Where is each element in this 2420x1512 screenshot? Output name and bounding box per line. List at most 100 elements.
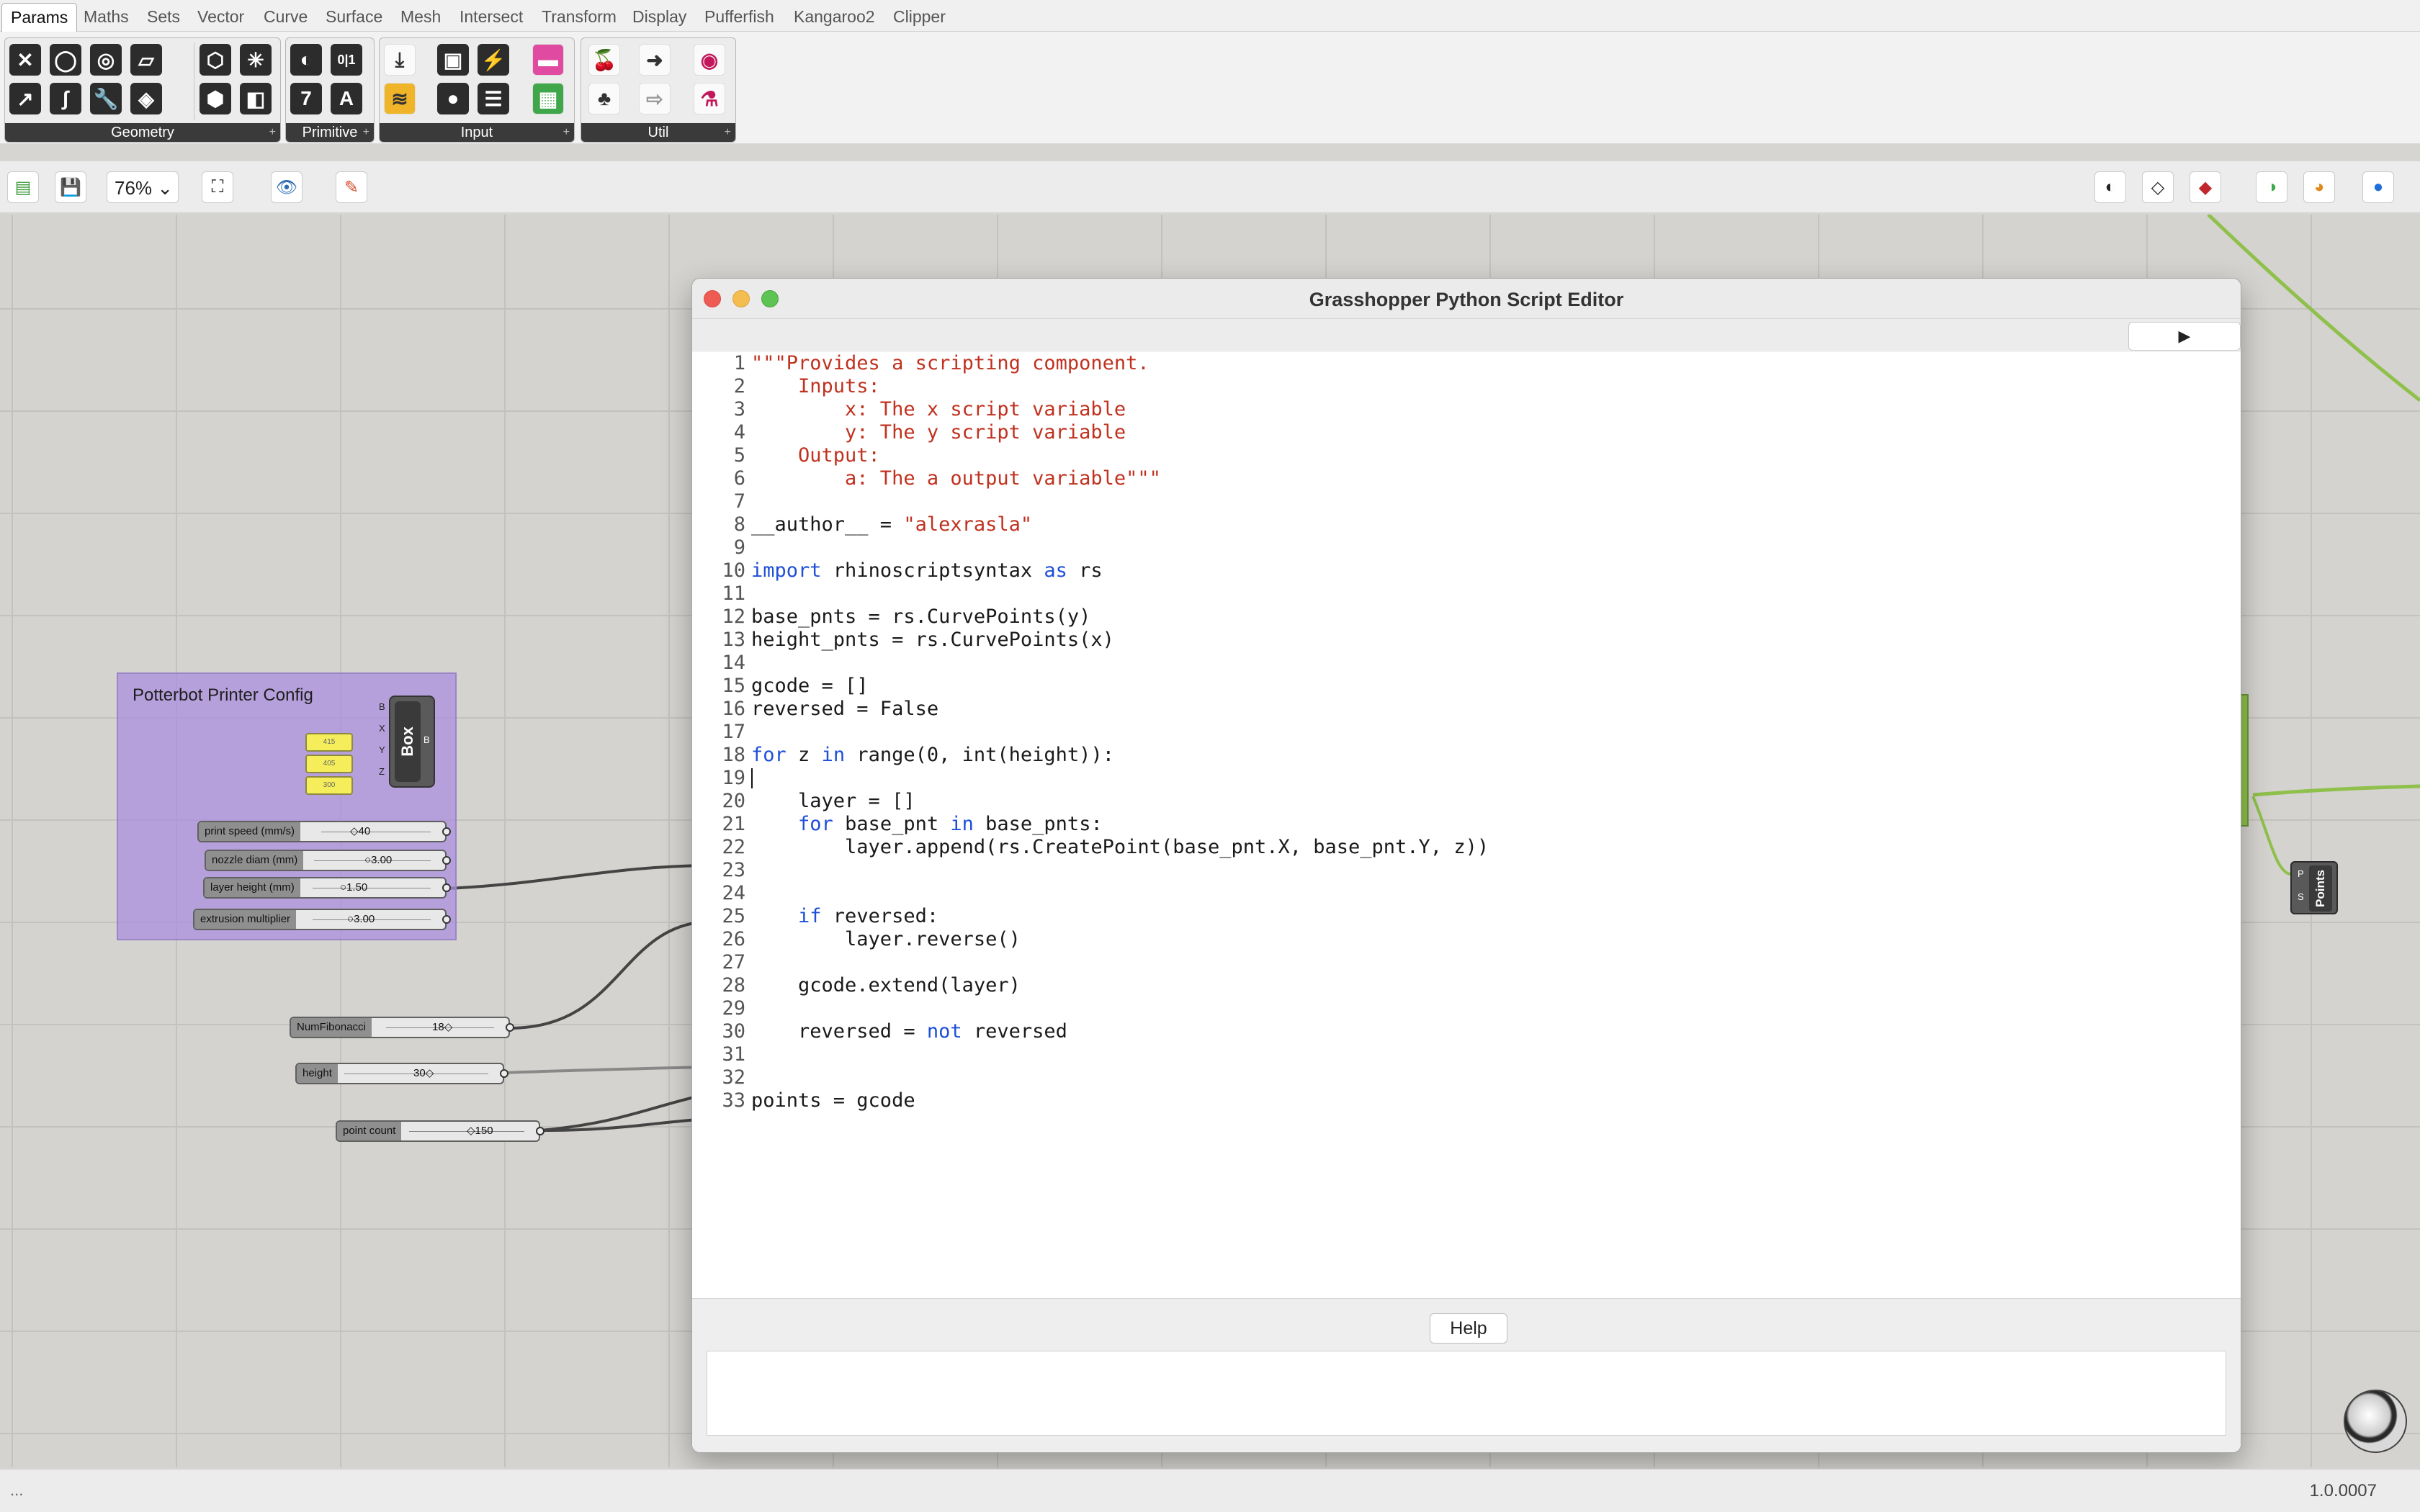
ribbon-label-util: Util + [581,123,735,142]
help-button[interactable]: Help [1430,1313,1507,1344]
slider-point-count[interactable]: point count ◇150 [336,1120,544,1142]
box-component-label: Box [398,726,416,757]
zoom-select[interactable]: 76% ⌄ [107,171,179,203]
slider-height[interactable]: height 30◇ [295,1063,508,1084]
box-component[interactable]: B X Y Z Box B [379,696,435,788]
box-input-z[interactable]: Z [379,766,385,777]
arrow-outline-icon[interactable]: ⇨ [639,83,671,114]
window-titlebar[interactable]: Grasshopper Python Script Editor [692,279,2241,319]
circle-icon[interactable]: ◯ [50,44,81,76]
slider-print-speed[interactable]: print speed (mm/s) ◇40 [197,821,451,842]
preview-off-icon[interactable]: ◐ [2094,171,2126,203]
matrix-icon[interactable]: ▦ [532,83,564,114]
tab-sets[interactable]: Sets [138,3,189,30]
value-list-icon[interactable]: ☰ [478,83,509,114]
cluster-icon[interactable]: ◉ [694,44,725,76]
points-input-s[interactable]: S [2298,891,2304,902]
tab-display[interactable]: Display [624,3,695,30]
slider-layer-height[interactable]: layer height (mm) ○1.50 [203,877,451,899]
tree-icon[interactable]: ♣ [588,83,620,114]
button-icon[interactable]: ▣ [437,44,469,76]
box-input-x[interactable]: X [379,723,385,734]
surface-icon[interactable]: ◧ [240,83,272,114]
flask-icon[interactable]: ⚗ [694,83,725,114]
slider-nozzle-diam[interactable]: nozzle diam (mm) ○3.00 [205,850,451,871]
gradient-icon[interactable]: ▬ [532,44,564,76]
chevron-down-icon: ⌄ [157,177,174,199]
tab-clipper[interactable]: Clipper [884,3,954,30]
toggle-icon[interactable]: ● [437,83,469,114]
help-output-box[interactable] [707,1351,2226,1436]
preview-wire-icon[interactable]: ◇ [2142,171,2174,203]
box-output-b[interactable]: B [424,734,430,745]
slider-numfibonacci[interactable]: NumFibonacci 18◇ [290,1017,514,1038]
wire [539,1093,707,1132]
arc-icon[interactable]: ◎ [90,44,122,76]
tab-maths[interactable]: Maths [75,3,138,30]
rectangle-icon[interactable]: ▱ [130,44,162,76]
box-geometry-icon[interactable]: ⬡ [200,44,231,76]
integer-icon[interactable]: 0|1 [331,44,362,76]
cherry-icon[interactable]: 🍒 [588,44,620,76]
text-icon[interactable]: A [331,83,362,114]
panel-value[interactable]: 415 [305,733,353,752]
slider-input-icon[interactable]: ⚡ [478,44,509,76]
download-icon[interactable]: ⤓ [384,44,416,76]
box-input-y[interactable]: Y [379,744,385,755]
save-icon[interactable]: 💾 [55,171,86,203]
slider-output[interactable] [442,827,451,836]
slider-value: ○1.50 [340,881,368,894]
panel-value[interactable]: 300 [305,776,353,795]
slider-value: ○3.00 [347,913,375,925]
slider-output[interactable] [506,1023,514,1032]
tab-params[interactable]: Params [1,3,78,33]
points-input-p[interactable]: P [2298,868,2304,879]
mesh-icon[interactable]: ◈ [130,83,162,114]
sketch-pen-icon[interactable]: ✎ [336,171,367,203]
points-component[interactable]: P S Points [2290,861,2338,914]
panel-value[interactable]: 405 [305,755,353,773]
vector-icon[interactable]: ↗ [9,83,41,114]
cancel-geometry-icon[interactable]: ✕ [9,44,41,76]
preview-eye-icon[interactable]: 👁 [271,171,302,203]
zoom-extents-icon[interactable]: ⛶ [202,171,233,203]
arrow-right-icon[interactable]: ➜ [639,44,671,76]
ribbon-label-input: Input + [380,123,574,142]
ribbon-label-geometry: Geometry + [5,123,280,142]
preview-shaded-icon[interactable]: ◆ [2190,171,2221,203]
tab-pufferfish[interactable]: Pufferfish [696,3,783,30]
tab-vector[interactable]: Vector [189,3,253,30]
slider-output[interactable] [442,856,451,865]
tab-surface[interactable]: Surface [317,3,391,30]
tab-curve[interactable]: Curve [255,3,316,30]
graph-mapper-icon[interactable]: ≋ [384,83,416,114]
curve-icon[interactable]: ∫ [50,83,81,114]
tab-intersect[interactable]: Intersect [451,3,532,30]
atom-icon[interactable]: ✳ [240,44,272,76]
slider-output[interactable] [442,883,451,892]
wrench-icon[interactable]: 🔧 [90,83,122,114]
brep-icon[interactable]: ⬢ [200,83,231,114]
text-cursor [751,768,753,788]
ribbon-label-primitive: Primitive + [286,123,374,142]
document-preview-icon[interactable]: ◕ [2303,171,2335,203]
slider-output[interactable] [442,915,451,924]
slider-output[interactable] [500,1069,508,1078]
run-script-button[interactable]: ▶ [2128,322,2241,351]
preview-selected-icon[interactable]: ◑ [2256,171,2287,203]
open-file-icon[interactable]: ▤ [7,171,39,203]
tab-mesh[interactable]: Mesh [392,3,449,30]
slider-extrusion-multiplier[interactable]: extrusion multiplier ○3.00 [193,909,451,930]
slider-value: ○3.00 [364,854,393,866]
boolean-icon[interactable]: ◐ [290,44,322,76]
tab-transform[interactable]: Transform [533,3,625,30]
number-icon[interactable]: 7 [290,83,322,114]
slider-value: 18◇ [432,1021,453,1033]
python-script-editor-window[interactable]: Grasshopper Python Script Editor ▶ 1 """P… [691,278,2241,1453]
navigation-dial-icon[interactable] [2344,1390,2407,1453]
mesh-quality-icon[interactable]: ● [2362,171,2394,203]
tab-kangaroo2[interactable]: Kangaroo2 [785,3,884,30]
box-input-b[interactable]: B [379,701,385,712]
slider-output[interactable] [536,1127,544,1135]
code-editor[interactable]: 1 """Provides a scripting component. 2 In… [692,352,2241,1452]
